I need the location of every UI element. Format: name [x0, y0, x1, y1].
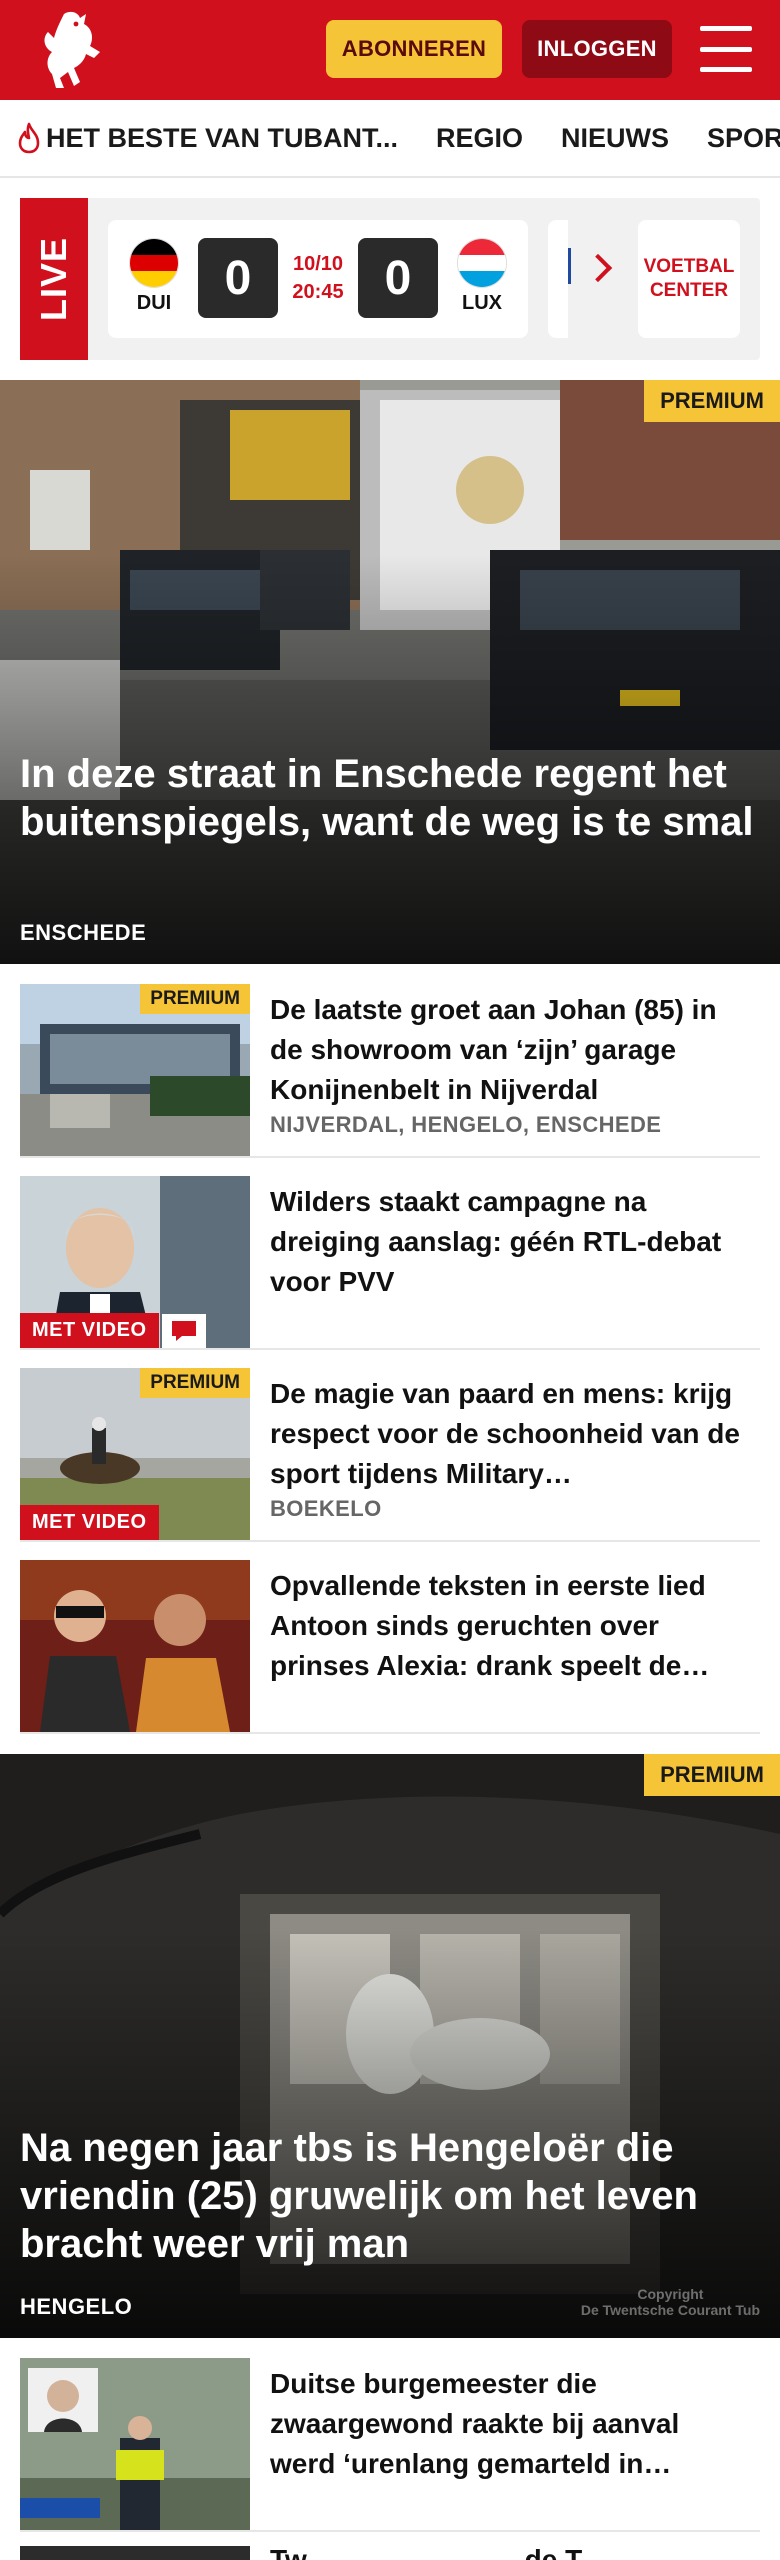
hero-location: ENSCHEDE	[20, 920, 147, 945]
hamburger-menu-icon[interactable]	[700, 26, 752, 72]
article-title[interactable]: Opvallende teksten in eerste lied Antoon…	[270, 1566, 740, 1686]
match-time: 20:45	[292, 281, 344, 303]
article-title[interactable]: Wilders staakt campagne na dreiging aans…	[270, 1182, 740, 1302]
subscribe-button[interactable]: ABONNEREN	[326, 20, 502, 78]
article-thumbnail	[20, 2358, 250, 2530]
luxembourg-flag-icon	[457, 238, 507, 288]
live-scores-bar: LIVE DUI 0 10/10 20:45 0 LUX VOETBAL CEN…	[20, 198, 760, 360]
home-team: DUI	[124, 238, 184, 315]
site-header: ABONNEREN INLOGGEN	[0, 0, 780, 100]
list-item[interactable]: Opvallende teksten in eerste lied Antoon…	[20, 1542, 760, 1734]
chevron-right-icon[interactable]	[583, 253, 613, 283]
video-badge: MET VIDEO	[20, 1313, 159, 1348]
list-item[interactable]: Duitse burgemeester die zwaargewond raak…	[20, 2340, 760, 2532]
photo-copyright: Copyright De Twentsche Courant Tub	[581, 2286, 760, 2318]
login-button[interactable]: INLOGGEN	[522, 20, 672, 78]
list-item[interactable]: PREMIUM MET VIDEO De magie van paard en …	[20, 1350, 760, 1542]
next-match-flag	[568, 248, 571, 284]
premium-badge: PREMIUM	[644, 380, 780, 422]
list-item-partial[interactable]: Tw de T	[20, 2538, 760, 2560]
nav-item-label: NIEUWS	[561, 122, 670, 153]
hero-article[interactable]: PREMIUM Na negen jaar tbs is Hengeloër d…	[0, 1754, 780, 2338]
nav-item-label: REGIO	[436, 122, 524, 153]
hero-headline[interactable]: Na negen jaar tbs is Hengeloër die vrien…	[20, 2124, 760, 2268]
nav-item-regio[interactable]: REGIO	[436, 123, 523, 154]
premium-badge: PREMIUM	[140, 984, 250, 1014]
home-team-code: DUI	[136, 292, 172, 314]
match-card[interactable]: DUI 0 10/10 20:45 0 LUX	[108, 220, 528, 338]
article-title[interactable]: Tw de T	[270, 2540, 582, 2560]
premium-badge: PREMIUM	[140, 1368, 250, 1398]
live-tag: LIVE	[20, 198, 88, 360]
article-location: BOEKELO	[270, 1496, 382, 1521]
section-nav: HET BESTE VAN TUBANT... REGIO NIEUWS SPO…	[0, 100, 780, 178]
copyright-line: De Twentsche Courant Tub	[580, 2302, 760, 2318]
article-title[interactable]: De magie van paard en mens: krijg respec…	[270, 1374, 740, 1494]
match-datetime: 10/10 20:45	[278, 250, 358, 306]
article-title[interactable]: De laatste groet aan Johan (85) in de sh…	[270, 990, 740, 1110]
home-score: 0	[198, 238, 278, 318]
logo-horse-icon[interactable]	[34, 8, 108, 92]
hero-headline[interactable]: In deze straat in Enschede regent het bu…	[20, 750, 760, 846]
article-thumbnail	[20, 2546, 250, 2560]
premium-badge: PREMIUM	[644, 1754, 780, 1796]
flame-icon	[18, 122, 40, 154]
next-match-card[interactable]	[548, 220, 568, 338]
nav-item-nieuws[interactable]: NIEUWS	[561, 123, 669, 154]
article-title[interactable]: Duitse burgemeester die zwaargewond raak…	[270, 2364, 740, 2484]
article-image	[20, 2358, 250, 2530]
nav-item-label: SPORT	[707, 122, 780, 153]
hero-location: HENGELO	[20, 2294, 133, 2319]
nav-item-best-of[interactable]: HET BESTE VAN TUBANT...	[16, 122, 398, 154]
article-image	[20, 1560, 250, 1732]
copyright-line: Copyright	[637, 2286, 704, 2302]
away-score: 0	[358, 238, 438, 318]
article-thumbnail: PREMIUM MET VIDEO	[20, 1368, 250, 1540]
article-thumbnail: PREMIUM	[20, 984, 250, 1156]
live-label: LIVE	[33, 236, 75, 322]
article-thumbnail	[20, 1560, 250, 1732]
hero-article[interactable]: PREMIUM In deze straat in Enschede regen…	[0, 380, 780, 964]
video-badge: MET VIDEO	[20, 1505, 159, 1540]
article-thumbnail: MET VIDEO	[20, 1176, 250, 1348]
list-item[interactable]: MET VIDEO Wilders staakt campagne na dre…	[20, 1158, 760, 1350]
nav-item-label: HET BESTE VAN TUBANT...	[46, 122, 399, 153]
comment-icon	[162, 1314, 206, 1348]
match-date: 10/10	[292, 253, 344, 275]
away-team-code: LUX	[462, 292, 502, 314]
germany-flag-icon	[129, 238, 179, 288]
article-location: NIJVERDAL, HENGELO, ENSCHEDE	[270, 1112, 662, 1137]
voetbal-center-button[interactable]: VOETBAL CENTER	[638, 220, 740, 338]
nav-item-sport[interactable]: SPORT	[707, 123, 780, 154]
away-team: LUX	[452, 238, 512, 315]
list-item[interactable]: PREMIUM De laatste groet aan Johan (85) …	[20, 966, 760, 1158]
